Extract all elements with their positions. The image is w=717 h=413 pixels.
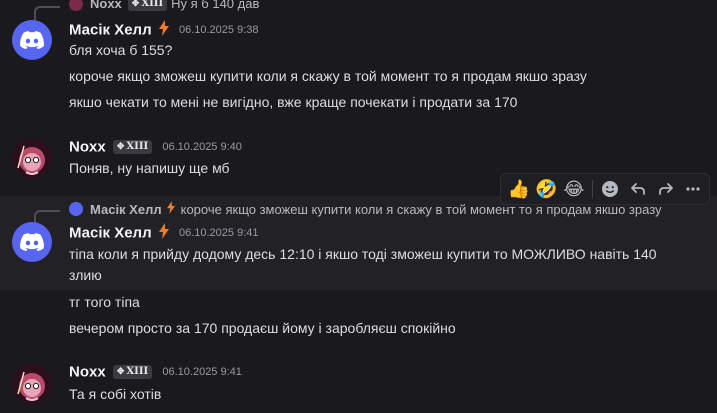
reaction-thumbs-up[interactable]: 👍 <box>507 176 531 202</box>
message-line: тг того тіпа <box>69 294 140 310</box>
reply-avatar <box>69 0 83 11</box>
message-line: якшо чекати то мені не вигідно, вже кращ… <box>69 94 518 110</box>
avatar[interactable] <box>12 222 52 262</box>
toolbar-divider <box>591 180 593 198</box>
message-line: бля хоча б 155? <box>69 42 173 58</box>
author-name[interactable]: Масік Хелл 06.10.2025 9:38 <box>69 20 259 40</box>
timestamp: 06.10.2025 9:38 <box>178 24 259 36</box>
timestamp: 06.10.2025 9:40 <box>162 141 242 154</box>
anime-avatar-icon <box>12 138 52 178</box>
message-line: Та я собі хотів <box>69 386 162 402</box>
reply-author[interactable]: Noxx <box>90 0 122 11</box>
timestamp: 06.10.2025 9:41 <box>178 227 259 239</box>
reaction-rofl[interactable]: 🤣 <box>535 176 559 202</box>
reaction-joy[interactable]: 😂 <box>562 176 586 202</box>
message-actions-toolbar: 👍 🤣 😂 <box>500 173 710 205</box>
server-tag: ✥ XIII <box>127 0 168 11</box>
bolt-icon <box>166 201 175 217</box>
server-tag: ✥ XIII <box>112 140 153 155</box>
message-line: вечером просто за 170 продаєш йому і зар… <box>69 320 456 336</box>
reply-text: Ну я б 140 дав <box>171 0 260 11</box>
forward-icon[interactable] <box>654 176 678 202</box>
more-icon[interactable] <box>681 176 705 202</box>
message-line: Поняв, ну напишу ще мб <box>69 160 230 176</box>
reply-icon[interactable] <box>626 176 650 202</box>
avatar[interactable] <box>12 364 52 404</box>
author-name[interactable]: Noxx ✥ XIII 06.10.2025 9:41 <box>69 363 242 381</box>
message-line: тіпа коли я прийду додому десь 12:10 і я… <box>69 246 657 262</box>
add-reaction-icon[interactable] <box>599 176 623 202</box>
message-line: злию <box>69 267 102 283</box>
avatar[interactable] <box>12 20 52 60</box>
discord-logo-icon <box>20 233 44 251</box>
reply-spine <box>34 6 60 20</box>
anime-avatar-icon <box>12 364 52 404</box>
avatar[interactable] <box>12 138 52 178</box>
reply-preview[interactable]: Noxx ✥ XIII Ну я б 140 дав <box>69 0 259 11</box>
discord-logo-icon <box>20 31 44 49</box>
bolt-icon <box>158 223 169 243</box>
reply-avatar <box>69 202 83 216</box>
reply-author[interactable]: Масік Хелл <box>90 202 162 217</box>
bolt-icon <box>158 20 169 40</box>
author-name[interactable]: Масік Хелл 06.10.2025 9:41 <box>69 223 259 243</box>
author-name[interactable]: Noxx ✥ XIII 06.10.2025 9:40 <box>69 138 242 156</box>
timestamp: 06.10.2025 9:41 <box>162 366 242 379</box>
server-tag: ✥ XIII <box>112 365 153 380</box>
message-line: короче якщо зможеш купити коли я скажу в… <box>69 68 587 84</box>
